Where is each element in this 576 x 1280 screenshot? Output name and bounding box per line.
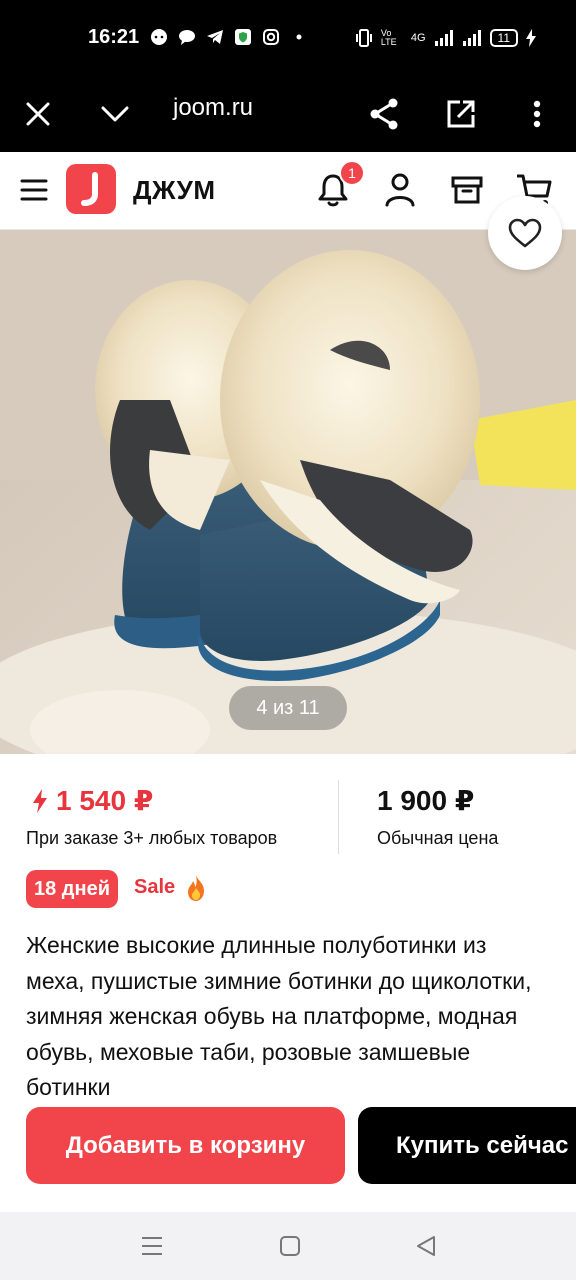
signal-2-icon [462, 30, 481, 46]
brand-name[interactable]: ДЖУМ [133, 175, 216, 206]
minimize-button[interactable] [93, 92, 137, 136]
product-photo [0, 230, 576, 754]
battery-icon: 11 [489, 29, 518, 47]
open-external-icon [447, 100, 475, 128]
network-label: 4G [410, 32, 426, 44]
back-button[interactable] [406, 1230, 446, 1262]
product-title: Женские высокие длинные полуботинки из м… [26, 932, 532, 1096]
menu-button[interactable] [12, 166, 56, 214]
user-icon [385, 173, 415, 207]
notifications-badge: 1 [339, 160, 365, 186]
shield-icon [235, 29, 251, 45]
volte-label: Vo LTE [380, 28, 397, 47]
back-icon [417, 1236, 435, 1256]
status-bar: 16:21 Vo LTE 4G 11 [0, 0, 576, 76]
message-icon [179, 30, 195, 45]
dot-icon [296, 34, 302, 40]
home-button[interactable] [270, 1230, 310, 1262]
orders-box-icon [451, 176, 483, 204]
chevron-down-icon [101, 106, 129, 122]
sale-price: 1 540 ₽ [32, 784, 153, 817]
image-counter: 4 из 11 [229, 686, 347, 730]
browser-toolbar: joom.ru [0, 76, 576, 152]
sale-price-value: 1 540 ₽ [56, 785, 154, 816]
status-notification-icons [150, 28, 308, 46]
instagram-icon [263, 29, 279, 45]
favorite-button[interactable] [488, 196, 562, 270]
share-button[interactable] [362, 92, 406, 136]
sale-label: Sale [134, 876, 176, 898]
close-icon [26, 102, 50, 126]
regular-price-note: Обычная цена [377, 828, 499, 848]
sale-price-note: При заказе 3+ любых товаров [26, 828, 278, 848]
charging-icon [526, 29, 536, 47]
logo-icon[interactable] [66, 164, 116, 214]
orders-button[interactable] [445, 166, 489, 214]
more-vertical-icon [533, 100, 541, 128]
signal-icon [434, 30, 453, 46]
lightning-icon [33, 788, 47, 813]
logo-glyph-icon [81, 172, 98, 206]
chat-bubble-icon [151, 29, 167, 45]
more-menu-button[interactable] [515, 92, 559, 136]
add-to-cart-button[interactable]: Добавить в корзину [26, 1107, 345, 1184]
close-tab-button[interactable] [16, 92, 60, 136]
status-system-icons: Vo LTE 4G 11 [355, 28, 536, 48]
product-image-gallery[interactable] [0, 230, 576, 754]
url-label[interactable]: joom.ru [173, 94, 253, 122]
price-divider [338, 780, 339, 854]
status-time: 16:21 [88, 26, 140, 48]
system-navigation-bar [0, 1212, 576, 1280]
menu-icon [20, 179, 48, 201]
home-icon [280, 1236, 300, 1256]
open-external-button[interactable] [439, 92, 483, 136]
fire-icon [188, 875, 204, 901]
days-badge: 18 дней [26, 870, 118, 908]
vibrate-icon [355, 29, 372, 47]
recent-apps-icon [142, 1237, 162, 1255]
recent-apps-button[interactable] [132, 1230, 172, 1262]
heart-icon [508, 218, 542, 248]
regular-price: 1 900 ₽ [377, 785, 475, 816]
share-icon [370, 98, 398, 130]
buy-now-button[interactable]: Купить сейчас [358, 1107, 576, 1184]
telegram-icon [207, 30, 223, 44]
profile-button[interactable] [378, 166, 422, 214]
